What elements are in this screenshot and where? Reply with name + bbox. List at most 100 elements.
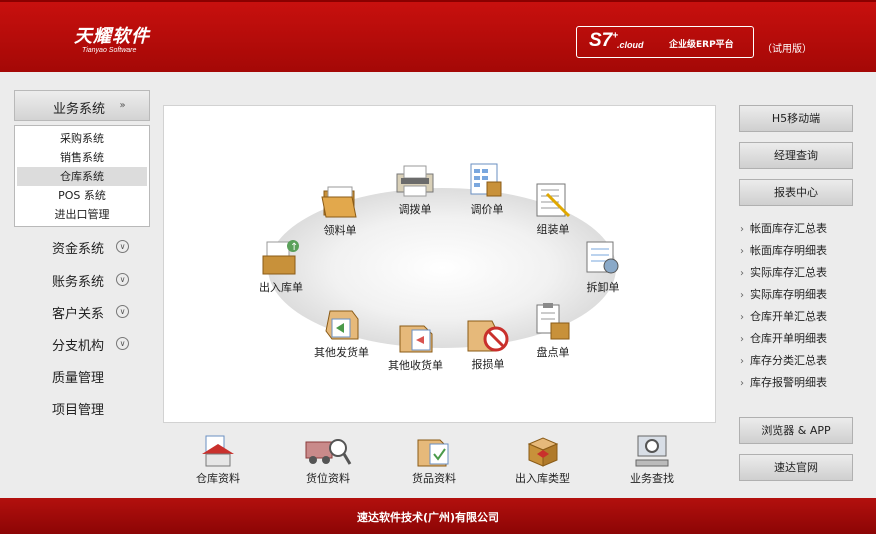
subnav-item-pos[interactable]: POS 系统 <box>17 186 147 205</box>
business-search-button[interactable]: 业务查找 <box>630 434 674 486</box>
edition-label: （试用版） <box>762 44 812 55</box>
product-badge: S7+ .cloud 企业级ERP平台 <box>576 26 754 58</box>
item-label: 调拨单 <box>398 203 432 216</box>
platform-label: 企业级ERP平台 <box>669 40 734 50</box>
nav-item-quality[interactable]: 质量管理 <box>52 367 104 386</box>
item-label: 组装单 <box>536 223 570 236</box>
nav-item-label: 分支机构 <box>52 339 105 354</box>
report-label: 实际库存明细表 <box>750 288 827 301</box>
subnav-item-warehouse[interactable]: 仓库系统 <box>17 167 147 186</box>
report-link[interactable]: › 帐面库存明细表 <box>740 242 827 258</box>
subnav-item-import-export[interactable]: 进出口管理 <box>17 205 147 224</box>
chevron-right-icon: › <box>740 268 744 279</box>
nav-item-accounting[interactable]: 账务系统 ∨ <box>52 271 129 290</box>
report-label: 库存报警明细表 <box>750 376 827 389</box>
warehouse-icon <box>202 435 234 467</box>
report-link[interactable]: › 帐面库存汇总表 <box>740 220 827 236</box>
nav-item-projects[interactable]: 项目管理 <box>52 399 104 418</box>
nav-item-crm[interactable]: 客户关系 ∨ <box>52 303 129 322</box>
material-requisition-button[interactable]: 领料单 <box>320 181 360 238</box>
report-link[interactable]: › 仓库开单明细表 <box>740 330 827 346</box>
nav-item-label: 客户关系 <box>52 307 105 322</box>
chevron-down-icon: ∨ <box>116 240 129 253</box>
chevron-right-icon: › <box>740 334 744 345</box>
nav-business-system[interactable]: 业务系统 » <box>14 90 150 121</box>
spreadsheet-icon <box>470 163 502 197</box>
report-link[interactable]: › 实际库存汇总表 <box>740 264 827 280</box>
item-label: 其他收货单 <box>388 359 443 372</box>
bottom-item-label: 出入库类型 <box>515 472 570 485</box>
checklist-icon <box>536 183 571 218</box>
item-label: 出入库单 <box>259 281 303 294</box>
assembly-order-button[interactable]: 组装单 <box>533 182 573 237</box>
monitor-search-icon <box>635 435 669 467</box>
logo-cn: 天耀软件 <box>74 26 150 47</box>
nav-item-funds[interactable]: 资金系统 ∨ <box>52 238 129 257</box>
subnav-item-sales[interactable]: 销售系统 <box>17 148 147 167</box>
transfer-order-button[interactable]: 调拨单 <box>395 164 435 217</box>
item-label: 报损单 <box>471 358 505 371</box>
nav-item-label: 资金系统 <box>52 242 105 257</box>
report-link[interactable]: › 库存分类汇总表 <box>740 352 827 368</box>
browser-app-button[interactable]: 浏览器 & APP <box>739 417 853 444</box>
warehouse-data-button[interactable]: 仓库资料 <box>196 434 240 486</box>
product-main: S7+ <box>589 30 619 51</box>
item-label: 其他发货单 <box>314 346 369 359</box>
bottom-item-label: 货品资料 <box>412 472 456 485</box>
subnav-item-purchase[interactable]: 采购系统 <box>17 129 147 148</box>
price-adjust-button[interactable]: 调价单 <box>467 162 507 217</box>
svg-text:↑: ↑ <box>290 242 298 253</box>
disassembly-order-button[interactable]: 拆卸单 <box>583 240 623 295</box>
chevron-down-icon: ∨ <box>116 305 129 318</box>
inbox-icon: ↑ <box>262 240 299 275</box>
chevron-right-icon: › <box>740 356 744 367</box>
nav-item-branches[interactable]: 分支机构 ∨ <box>52 335 129 354</box>
logo-en: Tianyao Software <box>82 47 137 54</box>
document-edit-icon <box>586 241 619 274</box>
chevron-right-icon: › <box>740 312 744 323</box>
other-receipt-button[interactable]: 其他收货单 <box>388 316 443 373</box>
nav-item-label: 质量管理 <box>52 371 105 386</box>
item-label: 领料单 <box>323 224 357 237</box>
chevron-right-icon: › <box>740 224 744 235</box>
company-name: 速达软件技术(广州)有限公司 <box>357 511 500 524</box>
manager-query-button[interactable]: 经理查询 <box>739 142 853 169</box>
damage-report-button[interactable]: 报损单 <box>466 315 510 372</box>
item-label: 盘点单 <box>536 346 570 359</box>
location-data-button[interactable]: 货位资料 <box>304 434 352 486</box>
folder-icon <box>321 186 357 218</box>
report-link[interactable]: › 实际库存明细表 <box>740 286 827 302</box>
h5-mobile-button[interactable]: H5移动端 <box>739 105 853 132</box>
business-subnav: 采购系统 销售系统 仓库系统 POS 系统 进出口管理 <box>14 125 150 227</box>
boxes-icon <box>527 437 558 467</box>
chevron-down-icon: » <box>119 100 126 111</box>
header-bar: 天耀软件 Tianyao Software S7+ .cloud 企业级ERP平… <box>0 0 876 72</box>
bottom-item-label: 业务查找 <box>630 472 674 485</box>
report-center-button[interactable]: 报表中心 <box>739 179 853 206</box>
in-out-order-button[interactable]: ↑ 出入库单 <box>259 238 303 295</box>
report-link[interactable]: › 库存报警明细表 <box>740 374 827 390</box>
chevron-right-icon: › <box>740 378 744 389</box>
printer-icon <box>396 165 434 197</box>
report-link[interactable]: › 仓库开单汇总表 <box>740 308 827 324</box>
report-label: 库存分类汇总表 <box>750 354 827 367</box>
product-sub: .cloud <box>617 40 644 50</box>
bottom-item-label: 仓库资料 <box>196 472 240 485</box>
report-label: 帐面库存明细表 <box>750 244 827 257</box>
footer-bar: 速达软件技术(广州)有限公司 <box>0 498 876 534</box>
report-label: 帐面库存汇总表 <box>750 222 827 235</box>
official-website-button[interactable]: 速达官网 <box>739 454 853 481</box>
bottom-item-label: 货位资料 <box>306 472 350 485</box>
goods-data-button[interactable]: 货品资料 <box>412 434 456 486</box>
report-label: 实际库存汇总表 <box>750 266 827 279</box>
no-entry-box-icon <box>467 320 509 352</box>
other-delivery-button[interactable]: 其他发货单 <box>314 303 369 360</box>
item-label: 调价单 <box>470 203 504 216</box>
in-out-type-button[interactable]: 出入库类型 <box>515 434 570 486</box>
box-check-icon <box>417 439 449 467</box>
truck-search-icon <box>305 439 352 465</box>
nav-item-label: 项目管理 <box>52 403 105 418</box>
stocktake-order-button[interactable]: 盘点单 <box>533 303 573 360</box>
clipboard-box-icon <box>536 303 570 340</box>
nav-business-label: 业务系统 <box>53 102 106 117</box>
